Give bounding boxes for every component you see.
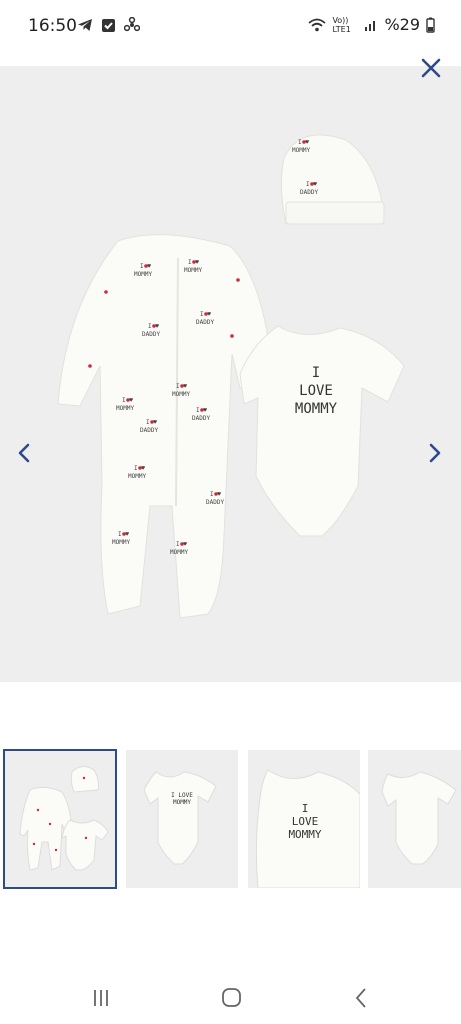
battery-percent: %29 [384, 15, 420, 34]
thumbnail-image [381, 771, 457, 865]
svg-text:DADDY: DADDY [142, 331, 160, 338]
thumbnail-4[interactable] [368, 750, 461, 888]
close-icon[interactable] [419, 56, 443, 80]
bodysuit-print: I LOVE MOMMY [286, 364, 346, 419]
svg-text:MOMMY: MOMMY [112, 539, 130, 546]
svg-text:MOMMY: MOMMY [134, 271, 152, 278]
fan-icon [124, 17, 140, 32]
svg-text:MOMMY: MOMMY [128, 473, 146, 480]
recent-apps-icon[interactable] [86, 986, 116, 1010]
thumbnail-image [19, 766, 109, 871]
svg-text:DADDY: DADDY [192, 415, 210, 422]
thumbnail-1[interactable] [3, 749, 117, 889]
status-bar: 16:50 Vo)) LTE1 %29 [0, 0, 461, 54]
network-label: Vo)) LTE1 [332, 15, 351, 34]
battery-icon [426, 17, 435, 33]
thumbnail-print: I LOVE MOMMY [171, 792, 193, 807]
status-right: Vo)) LTE1 %29 [308, 15, 435, 34]
thumbnail-image [143, 771, 217, 865]
print-line-3: MOMMY [294, 401, 338, 418]
svg-text:DADDY: DADDY [206, 499, 224, 506]
thumbnail-strip: I LOVE MOMMY I LOVE MOMMY [0, 749, 461, 890]
product-image: I ♥MOMMY I ♥MOMMY I ♥DADDY I ♥DADDY I ♥M… [57, 134, 405, 619]
thumbnail-print-line-1: I [301, 802, 309, 815]
svg-text:DADDY: DADDY [196, 319, 214, 326]
svg-text:MOMMY: MOMMY [170, 549, 188, 556]
print-line-1: I [311, 365, 321, 381]
system-nav-bar [0, 968, 461, 1024]
svg-text:MOMMY: MOMMY [292, 147, 310, 154]
chevron-left-icon[interactable] [13, 441, 35, 465]
product-image-viewer[interactable]: I ♥ MOMMY I ♥ MOMMY I ♥ DADDY I ♥ DADDY I ♥ M… [0, 66, 461, 682]
svg-text:MOMMY: MOMMY [116, 405, 134, 412]
chevron-right-icon[interactable] [424, 441, 446, 465]
svg-text:MOMMY: MOMMY [184, 267, 202, 274]
thumbnail-print: I LOVE MOMMY [272, 802, 338, 842]
thumbnail-3[interactable]: I LOVE MOMMY [248, 750, 360, 888]
signal-icon [365, 20, 376, 31]
status-time: 16:50 [28, 16, 77, 36]
back-icon[interactable] [346, 986, 376, 1010]
thumbnail-print-line-2: LOVE [291, 815, 319, 829]
thumbnail-print-line-3: MOMMY [288, 828, 322, 842]
svg-text:DADDY: DADDY [300, 189, 318, 196]
telegram-icon [78, 19, 92, 31]
svg-text:DADDY: DADDY [140, 427, 158, 434]
svg-text:MOMMY: MOMMY [172, 391, 190, 398]
home-icon[interactable] [216, 986, 246, 1010]
thumbnail-2[interactable]: I LOVE MOMMY [126, 750, 238, 888]
status-notification-icons [77, 17, 140, 33]
wifi-icon [308, 18, 327, 31]
print-line-2: LOVE [299, 383, 333, 400]
checkbox-icon [102, 18, 115, 32]
